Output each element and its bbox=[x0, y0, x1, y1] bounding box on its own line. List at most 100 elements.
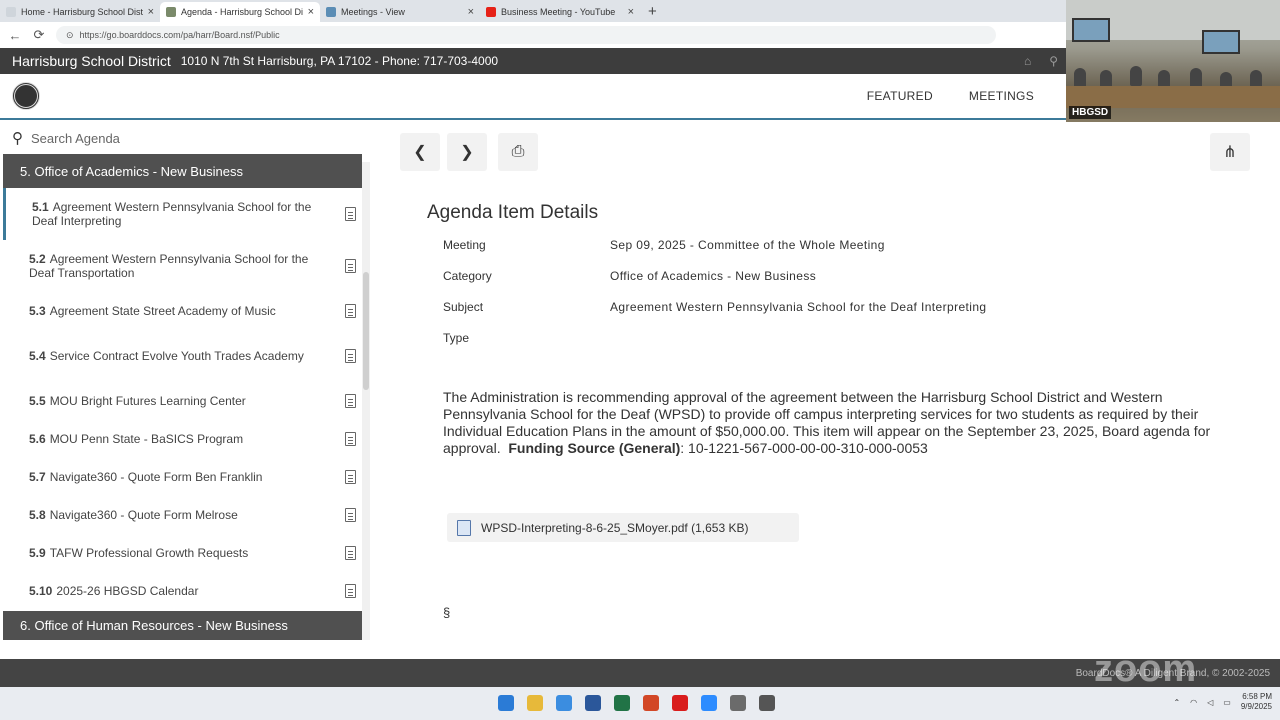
new-tab-icon[interactable]: + bbox=[648, 3, 657, 20]
agenda-item[interactable]: 5.10 2025-26 HBGSD Calendar bbox=[3, 572, 362, 610]
nav-featured[interactable]: FEATURED bbox=[867, 89, 933, 103]
volume-icon[interactable]: ◁ bbox=[1207, 698, 1213, 707]
store-icon[interactable] bbox=[759, 695, 775, 711]
type-row: Type bbox=[443, 331, 610, 345]
agenda-item-text: 5.6 MOU Penn State - BaSICS Program bbox=[29, 432, 243, 446]
battery-icon[interactable]: ▭ bbox=[1223, 698, 1231, 707]
document-icon[interactable] bbox=[345, 394, 356, 408]
document-icon[interactable] bbox=[345, 304, 356, 318]
agenda-item[interactable]: 5.7 Navigate360 - Quote Form Ben Franklin bbox=[3, 458, 362, 496]
agenda-item-text: 5.3 Agreement State Street Academy of Mus… bbox=[29, 304, 276, 318]
meeting-row: Meeting Sep 09, 2025 - Committee of the … bbox=[443, 238, 885, 252]
search-icon[interactable]: ⚲ bbox=[1049, 54, 1058, 68]
agenda-search[interactable]: ⚲ Search Agenda bbox=[0, 122, 372, 154]
print-button[interactable]: ⎙ bbox=[498, 133, 538, 171]
previous-item-button[interactable]: ❮ bbox=[400, 133, 440, 171]
document-icon[interactable] bbox=[345, 259, 356, 273]
agenda-item-text: 5.8 Navigate360 - Quote Form Melrose bbox=[29, 508, 238, 522]
item-description: The Administration is recommending appro… bbox=[443, 389, 1213, 457]
powerpoint-icon[interactable] bbox=[643, 695, 659, 711]
agenda-item[interactable]: 5.5 MOU Bright Futures Learning Center bbox=[3, 382, 362, 420]
district-name[interactable]: Harrisburg School District bbox=[12, 53, 171, 69]
back-arrow-icon[interactable]: ← bbox=[8, 28, 22, 43]
agenda-item-number: 5.1 bbox=[32, 200, 49, 214]
tab-favicon-icon bbox=[326, 7, 336, 17]
meeting-label: Meeting bbox=[443, 238, 486, 252]
tab-favicon-icon bbox=[6, 7, 16, 17]
tab-favicon-icon bbox=[166, 7, 176, 17]
reload-icon[interactable]: ⟳ bbox=[32, 27, 46, 43]
file-explorer-icon[interactable] bbox=[527, 695, 543, 711]
tab-title: Meetings - View bbox=[341, 7, 405, 17]
document-icon[interactable] bbox=[345, 470, 356, 484]
agenda-item[interactable]: 5.8 Navigate360 - Quote Form Melrose bbox=[3, 496, 362, 534]
site-info-icon[interactable]: ⊙ bbox=[66, 30, 74, 41]
document-icon[interactable] bbox=[345, 546, 356, 560]
tray-chevron-icon[interactable]: ⌃ bbox=[1173, 698, 1180, 707]
share-button[interactable]: ⋔ bbox=[1210, 133, 1250, 171]
os-taskbar: ⌃ ◠ ◁ ▭ 6:58 PM 9/9/2025 bbox=[0, 687, 1280, 720]
zoom-icon[interactable] bbox=[701, 695, 717, 711]
nav-meetings[interactable]: MEETINGS bbox=[969, 89, 1034, 103]
agenda-item-text: 5.9 TAFW Professional Growth Requests bbox=[29, 546, 248, 560]
section-header[interactable]: 5. Office of Academics - New Business bbox=[3, 154, 362, 188]
agenda-item-title: MOU Bright Futures Learning Center bbox=[49, 394, 246, 408]
windows-start-icon[interactable] bbox=[498, 695, 514, 711]
subject-label: Subject bbox=[443, 300, 484, 314]
footer-bar: BoardDocs® A Diligent Brand, © 2002-2025 bbox=[0, 659, 1280, 687]
settings-icon[interactable] bbox=[730, 695, 746, 711]
agenda-sidebar: ⚲ Search Agenda 5. Office of Academics -… bbox=[0, 122, 372, 640]
browser-tab[interactable]: Home - Harrisburg School District × bbox=[0, 2, 160, 22]
video-person bbox=[1130, 66, 1142, 86]
acrobat-icon[interactable] bbox=[672, 695, 688, 711]
agenda-item[interactable]: 5.1 Agreement Western Pennsylvania School… bbox=[3, 188, 362, 240]
agenda-item-title: MOU Penn State - BaSICS Program bbox=[49, 432, 244, 446]
next-section-header[interactable]: 6. Office of Human Resources - New Busin… bbox=[3, 611, 362, 640]
document-icon[interactable] bbox=[345, 432, 356, 446]
url-field[interactable]: ⊙ https://go.boarddocs.com/pa/harr/Board… bbox=[56, 26, 996, 44]
category-row: Category Office of Academics - New Busin… bbox=[443, 269, 816, 283]
agenda-item[interactable]: 5.6 MOU Penn State - BaSICS Program bbox=[3, 420, 362, 458]
wifi-icon[interactable]: ◠ bbox=[1190, 698, 1197, 707]
page-title: Agenda Item Details bbox=[427, 202, 599, 223]
video-screen bbox=[1202, 30, 1240, 54]
search-agenda-input[interactable]: Search Agenda bbox=[31, 131, 120, 146]
video-table bbox=[1066, 86, 1280, 108]
agenda-item-title: Navigate360 - Quote Form Ben Franklin bbox=[49, 470, 263, 484]
word-icon[interactable] bbox=[585, 695, 601, 711]
excel-icon[interactable] bbox=[614, 695, 630, 711]
clock[interactable]: 6:58 PM 9/9/2025 bbox=[1241, 692, 1272, 712]
agenda-item-text: 5.1 Agreement Western Pennsylvania School… bbox=[32, 200, 322, 228]
sidebar-scrollbar[interactable] bbox=[362, 162, 370, 640]
agenda-item-title: Service Contract Evolve Youth Trades Aca… bbox=[49, 349, 304, 363]
agenda-item-text: 5.10 2025-26 HBGSD Calendar bbox=[29, 584, 198, 598]
agenda-item[interactable]: 5.2 Agreement Western Pennsylvania School… bbox=[3, 240, 362, 292]
browser-tab[interactable]: Agenda - Harrisburg School District × bbox=[160, 2, 320, 22]
video-person bbox=[1190, 68, 1202, 88]
close-tab-icon[interactable]: × bbox=[468, 6, 474, 18]
chrome-icon[interactable] bbox=[556, 695, 572, 711]
agenda-item-title: 2025-26 HBGSD Calendar bbox=[56, 584, 199, 598]
agenda-item[interactable]: 5.3 Agreement State Street Academy of Mus… bbox=[3, 292, 362, 330]
sidebar-scroll-thumb[interactable] bbox=[363, 272, 369, 390]
browser-tab[interactable]: Business Meeting - YouTube × bbox=[480, 2, 640, 22]
close-tab-icon[interactable]: × bbox=[148, 6, 154, 18]
printer-icon: ⎙ bbox=[511, 143, 525, 160]
attachment-name: WPSD-Interpreting-8-6-25_SMoyer.pdf (1,6… bbox=[481, 520, 749, 535]
agenda-item-title: Agreement Western Pennsylvania School fo… bbox=[32, 200, 312, 228]
agenda-item[interactable]: 5.4 Service Contract Evolve Youth Trades … bbox=[3, 330, 362, 382]
district-logo[interactable] bbox=[12, 82, 40, 110]
browser-tab[interactable]: Meetings - View × bbox=[320, 2, 480, 22]
document-icon[interactable] bbox=[345, 584, 356, 598]
close-tab-icon[interactable]: × bbox=[628, 6, 634, 18]
close-tab-icon[interactable]: × bbox=[308, 6, 314, 18]
agenda-item-number: 5.8 bbox=[29, 508, 46, 522]
address-bar-row: ← ⟳ ⊙ https://go.boarddocs.com/pa/harr/B… bbox=[0, 22, 1066, 48]
attachment-link[interactable]: WPSD-Interpreting-8-6-25_SMoyer.pdf (1,6… bbox=[447, 513, 799, 542]
agenda-item[interactable]: 5.9 TAFW Professional Growth Requests bbox=[3, 534, 362, 572]
document-icon[interactable] bbox=[345, 349, 356, 363]
home-icon[interactable]: ⌂ bbox=[1024, 54, 1031, 68]
document-icon[interactable] bbox=[345, 508, 356, 522]
next-item-button[interactable]: ❯ bbox=[447, 133, 487, 171]
document-icon[interactable] bbox=[345, 207, 356, 221]
